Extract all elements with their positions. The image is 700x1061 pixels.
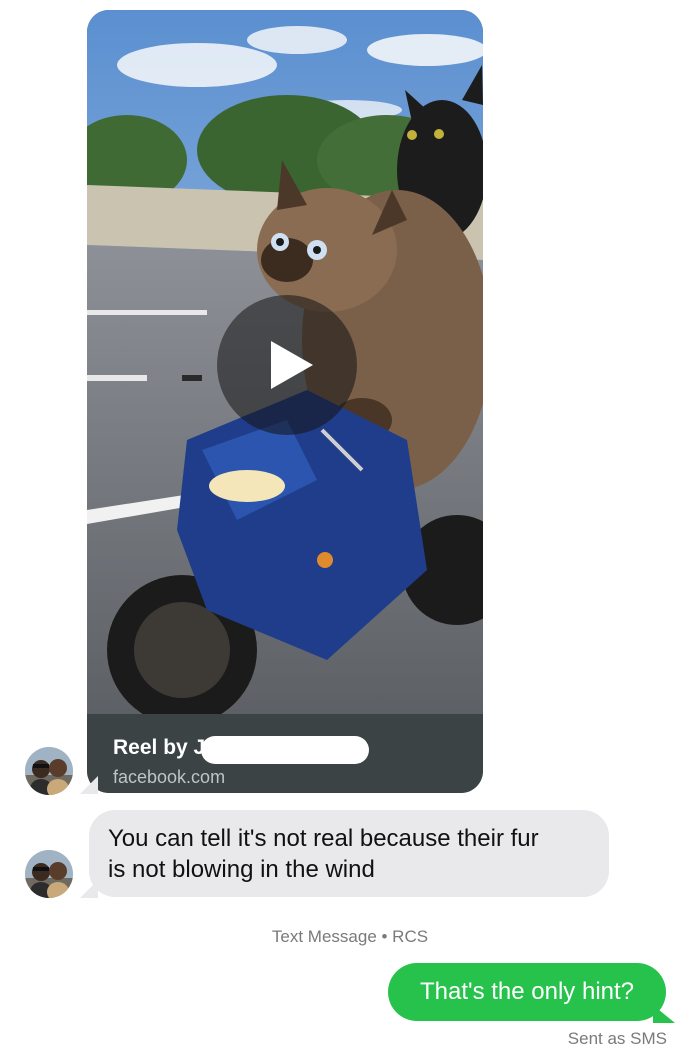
- incoming-message-bubble[interactable]: You can tell it's not real because their…: [89, 810, 609, 897]
- reel-title: Reel by J: [113, 736, 206, 759]
- play-button[interactable]: [217, 295, 357, 435]
- message-list: Reel by J facebook.com You can tell it's…: [0, 0, 700, 1061]
- redaction-mark: [201, 736, 369, 764]
- bubble-tail: [80, 880, 98, 898]
- reel-caption[interactable]: Reel by J facebook.com: [87, 714, 483, 793]
- channel-label: Text Message • RCS: [271, 927, 429, 946]
- message-text: That's the only hint?: [419, 978, 635, 1005]
- bubble-tail: [653, 1005, 675, 1023]
- reel-card[interactable]: Reel by J facebook.com: [87, 10, 483, 793]
- delivery-status: Sent as SMS: [567, 1029, 667, 1048]
- reel-source: facebook.com: [113, 767, 226, 787]
- play-icon: [271, 341, 313, 389]
- message-line: You can tell it's not real because their…: [108, 825, 539, 852]
- message-line: is not blowing in the wind: [108, 856, 375, 883]
- contact-avatar[interactable]: [25, 850, 73, 898]
- outgoing-message-bubble[interactable]: That's the only hint?: [388, 963, 666, 1021]
- contact-avatar[interactable]: [25, 747, 73, 795]
